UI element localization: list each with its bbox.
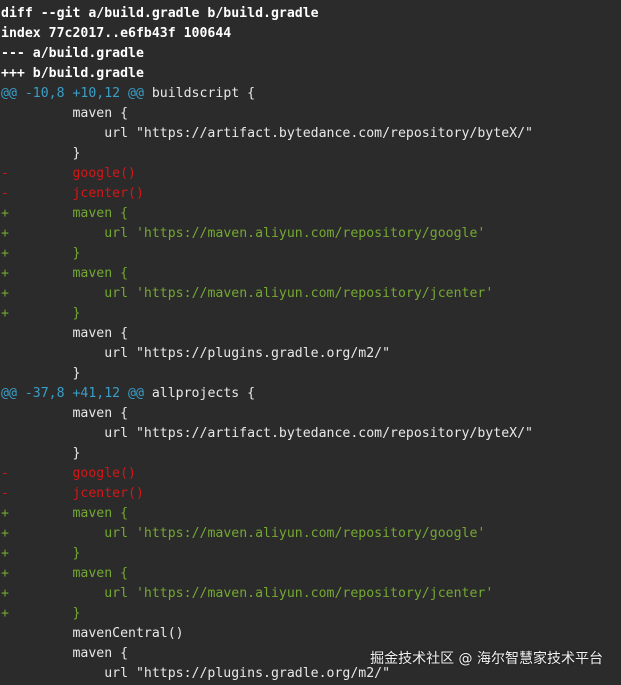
added-line-text: maven { [8,506,129,521]
diff-line: } [0,144,621,164]
diff-line: + url 'https://maven.aliyun.com/reposito… [0,284,621,304]
diff-line: maven { [0,104,621,124]
diff-line: } [0,444,621,464]
added-line-text: } [8,306,81,321]
diff-header-text: index 77c2017..e6fb43f 100644 [1,26,232,41]
context-line-text: maven { [1,406,129,421]
diff-line: @@ -10,8 +10,12 @@ buildscript { [0,84,621,104]
diff-line: - google() [0,464,621,484]
context-line-text: url "https://artifact.bytedance.com/repo… [1,426,533,441]
addition-marker: + [1,606,9,621]
diff-line: index 77c2017..e6fb43f 100644 [0,24,621,44]
diff-line: } [0,364,621,384]
added-line-text: url 'https://maven.aliyun.com/repository… [8,226,486,241]
deletion-marker: - [1,186,9,201]
diff-line: + } [0,604,621,624]
context-line-text: maven { [1,106,129,121]
diff-header-text: +++ b/build.gradle [1,66,144,81]
context-line-text: url "https://artifact.bytedance.com/repo… [1,126,533,141]
diff-line: - google() [0,164,621,184]
hunk-range: @@ -10,8 +10,12 @@ [1,86,144,101]
addition-marker: + [1,306,9,321]
added-line-text: maven { [8,566,129,581]
addition-marker: + [1,586,9,601]
context-line-text: } [1,146,81,161]
added-line-text: url 'https://maven.aliyun.com/repository… [8,586,494,601]
diff-line: - jcenter() [0,484,621,504]
diff-header-text: diff --git a/build.gradle b/build.gradle [1,6,319,21]
diff-header-text: --- a/build.gradle [1,46,144,61]
added-line-text: } [8,246,81,261]
diff-line: + url 'https://maven.aliyun.com/reposito… [0,224,621,244]
diff-line: maven { [0,404,621,424]
diff-line: url "https://artifact.bytedance.com/repo… [0,424,621,444]
deleted-line-text: google() [8,166,136,181]
hunk-range: @@ -37,8 +41,12 @@ [1,386,144,401]
deleted-line-text: jcenter() [8,186,144,201]
deletion-marker: - [1,466,9,481]
addition-marker: + [1,226,9,241]
context-line-text: } [1,446,81,461]
added-line-text: url 'https://maven.aliyun.com/repository… [8,286,494,301]
diff-line: + maven { [0,564,621,584]
context-line-text: } [1,366,81,381]
added-line-text: url 'https://maven.aliyun.com/repository… [8,526,486,541]
addition-marker: + [1,206,9,221]
addition-marker: + [1,526,9,541]
addition-marker: + [1,266,9,281]
added-line-text: maven { [8,266,129,281]
added-line-text: maven { [8,206,129,221]
context-line-text: maven { [1,326,129,341]
diff-line: + } [0,544,621,564]
addition-marker: + [1,286,9,301]
addition-marker: + [1,506,9,521]
diff-line: mavenCentral() [0,624,621,644]
diff-line: + } [0,304,621,324]
deleted-line-text: jcenter() [8,486,144,501]
watermark: 掘金技术社区 @ 海尔智慧家技术平台 [370,651,603,667]
terminal-window: diff --git a/build.gradle b/build.gradle… [0,0,621,685]
diff-line: url "https://plugins.gradle.org/m2/" [0,344,621,364]
hunk-context: buildscript { [143,86,256,101]
diff-line: --- a/build.gradle [0,44,621,64]
diff-line: + url 'https://maven.aliyun.com/reposito… [0,524,621,544]
context-line-text: url "https://plugins.gradle.org/m2/" [1,666,391,681]
hunk-context: allprojects { [143,386,256,401]
diff-line: diff --git a/build.gradle b/build.gradle [0,4,621,24]
diff-line: url "https://artifact.bytedance.com/repo… [0,124,621,144]
context-line-text: maven { [1,646,129,661]
diff-line: maven { [0,324,621,344]
diff-line: + } [0,244,621,264]
addition-marker: + [1,546,9,561]
added-line-text: } [8,606,81,621]
diff-line: @@ -37,8 +41,12 @@ allprojects { [0,384,621,404]
deleted-line-text: google() [8,466,136,481]
diff-line: - jcenter() [0,184,621,204]
addition-marker: + [1,566,9,581]
diff-line: + maven { [0,204,621,224]
diff-line: +++ b/build.gradle [0,64,621,84]
context-line-text: mavenCentral() [1,626,184,641]
diff-line: + maven { [0,504,621,524]
added-line-text: } [8,546,81,561]
diff-line: + maven { [0,264,621,284]
diff-output: diff --git a/build.gradle b/build.gradle… [0,4,621,684]
context-line-text: url "https://plugins.gradle.org/m2/" [1,346,391,361]
addition-marker: + [1,246,9,261]
deletion-marker: - [1,486,9,501]
diff-line: + url 'https://maven.aliyun.com/reposito… [0,584,621,604]
deletion-marker: - [1,166,9,181]
